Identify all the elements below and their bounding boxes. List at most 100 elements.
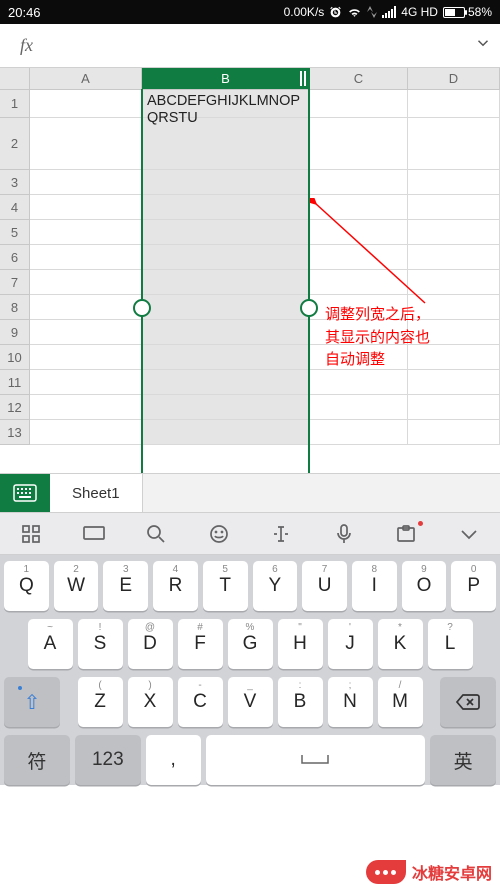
key-z[interactable]: (Z <box>78 677 123 727</box>
cell[interactable] <box>408 195 500 220</box>
cell[interactable] <box>408 395 500 420</box>
col-header-b[interactable]: B <box>142 68 310 90</box>
key-q[interactable]: 1Q <box>4 561 49 611</box>
keyboard-icon[interactable] <box>71 515 117 553</box>
cell[interactable] <box>30 345 142 370</box>
cell[interactable] <box>408 170 500 195</box>
cell[interactable] <box>30 395 142 420</box>
tabs-empty-area[interactable] <box>143 474 500 512</box>
key-d[interactable]: @D <box>128 619 173 669</box>
row-header[interactable]: 1 <box>0 90 30 118</box>
col-header-a[interactable]: A <box>30 68 142 90</box>
space-key[interactable] <box>206 735 426 785</box>
row-header[interactable]: 13 <box>0 420 30 445</box>
row-header[interactable]: 10 <box>0 345 30 370</box>
key-p[interactable]: 0P <box>451 561 496 611</box>
key-x[interactable]: )X <box>128 677 173 727</box>
resize-handle-right[interactable] <box>300 299 318 317</box>
tab-sheet1[interactable]: Sheet1 <box>50 474 143 512</box>
key-c[interactable]: -C <box>178 677 223 727</box>
key-l[interactable]: ?L <box>428 619 473 669</box>
cell[interactable] <box>30 270 142 295</box>
cell[interactable] <box>142 170 310 195</box>
row-header[interactable]: 8 <box>0 295 30 320</box>
row-header[interactable]: 11 <box>0 370 30 395</box>
cell[interactable] <box>142 195 310 220</box>
grid-icon[interactable] <box>8 515 54 553</box>
lang-key[interactable]: 英 <box>430 735 496 785</box>
cell[interactable] <box>408 245 500 270</box>
row-header[interactable]: 5 <box>0 220 30 245</box>
row-header[interactable]: 12 <box>0 395 30 420</box>
cell[interactable] <box>30 195 142 220</box>
key-s[interactable]: !S <box>78 619 123 669</box>
cell[interactable] <box>30 220 142 245</box>
key-o[interactable]: 9O <box>402 561 447 611</box>
cell[interactable] <box>310 195 408 220</box>
key-m[interactable]: /M <box>378 677 423 727</box>
keyboard-toggle-button[interactable] <box>0 474 50 512</box>
cell[interactable] <box>408 270 500 295</box>
cell[interactable] <box>310 270 408 295</box>
key-v[interactable]: _V <box>228 677 273 727</box>
cell[interactable] <box>142 395 310 420</box>
cell[interactable] <box>310 420 408 445</box>
cell[interactable] <box>30 245 142 270</box>
cell[interactable] <box>30 170 142 195</box>
formula-bar[interactable]: fx <box>0 24 500 68</box>
key-r[interactable]: 4R <box>153 561 198 611</box>
key-h[interactable]: "H <box>278 619 323 669</box>
cell[interactable] <box>30 90 142 118</box>
cell[interactable] <box>142 220 310 245</box>
key-t[interactable]: 5T <box>203 561 248 611</box>
key-i[interactable]: 8I <box>352 561 397 611</box>
cell[interactable] <box>142 320 310 345</box>
row-header[interactable]: 7 <box>0 270 30 295</box>
key-w[interactable]: 2W <box>54 561 99 611</box>
cell[interactable] <box>30 370 142 395</box>
collapse-icon[interactable] <box>446 515 492 553</box>
cell[interactable] <box>310 90 408 118</box>
chevron-down-icon[interactable] <box>474 34 492 57</box>
cell[interactable] <box>30 295 142 320</box>
number-key[interactable]: 123 <box>75 735 141 785</box>
backspace-key[interactable] <box>440 677 496 727</box>
cell[interactable] <box>310 118 408 170</box>
cell[interactable] <box>408 118 500 170</box>
smile-icon[interactable] <box>196 515 242 553</box>
cell[interactable] <box>142 270 310 295</box>
key-f[interactable]: #F <box>178 619 223 669</box>
cell[interactable] <box>30 320 142 345</box>
cell[interactable] <box>30 118 142 170</box>
cell[interactable] <box>310 220 408 245</box>
cell[interactable] <box>310 170 408 195</box>
shift-key[interactable]: ⇧ <box>4 677 60 727</box>
symbol-key[interactable]: 符 <box>4 735 70 785</box>
col-header-d[interactable]: D <box>408 68 500 90</box>
cell[interactable] <box>310 395 408 420</box>
key-g[interactable]: %G <box>228 619 273 669</box>
row-header[interactable]: 9 <box>0 320 30 345</box>
cell[interactable] <box>408 220 500 245</box>
key-y[interactable]: 6Y <box>253 561 298 611</box>
spreadsheet-grid[interactable]: ABCD 12345678910111213 ABCDEFGHIJKLMNOPQ… <box>0 68 500 473</box>
cell[interactable] <box>408 370 500 395</box>
cell[interactable] <box>142 245 310 270</box>
key-e[interactable]: 3E <box>103 561 148 611</box>
key-n[interactable]: ;N <box>328 677 373 727</box>
cell[interactable] <box>30 420 142 445</box>
cell[interactable] <box>142 295 310 320</box>
row-header[interactable]: 3 <box>0 170 30 195</box>
cursor-icon[interactable] <box>258 515 304 553</box>
row-header[interactable]: 2 <box>0 118 30 170</box>
cell[interactable] <box>142 420 310 445</box>
cell[interactable] <box>310 370 408 395</box>
key-j[interactable]: 'J <box>328 619 373 669</box>
key-a[interactable]: ~A <box>28 619 73 669</box>
resize-handle-left[interactable] <box>133 299 151 317</box>
col-header-c[interactable]: C <box>310 68 408 90</box>
mic-icon[interactable] <box>321 515 367 553</box>
row-header[interactable]: 6 <box>0 245 30 270</box>
cell[interactable] <box>310 245 408 270</box>
key-k[interactable]: *K <box>378 619 423 669</box>
